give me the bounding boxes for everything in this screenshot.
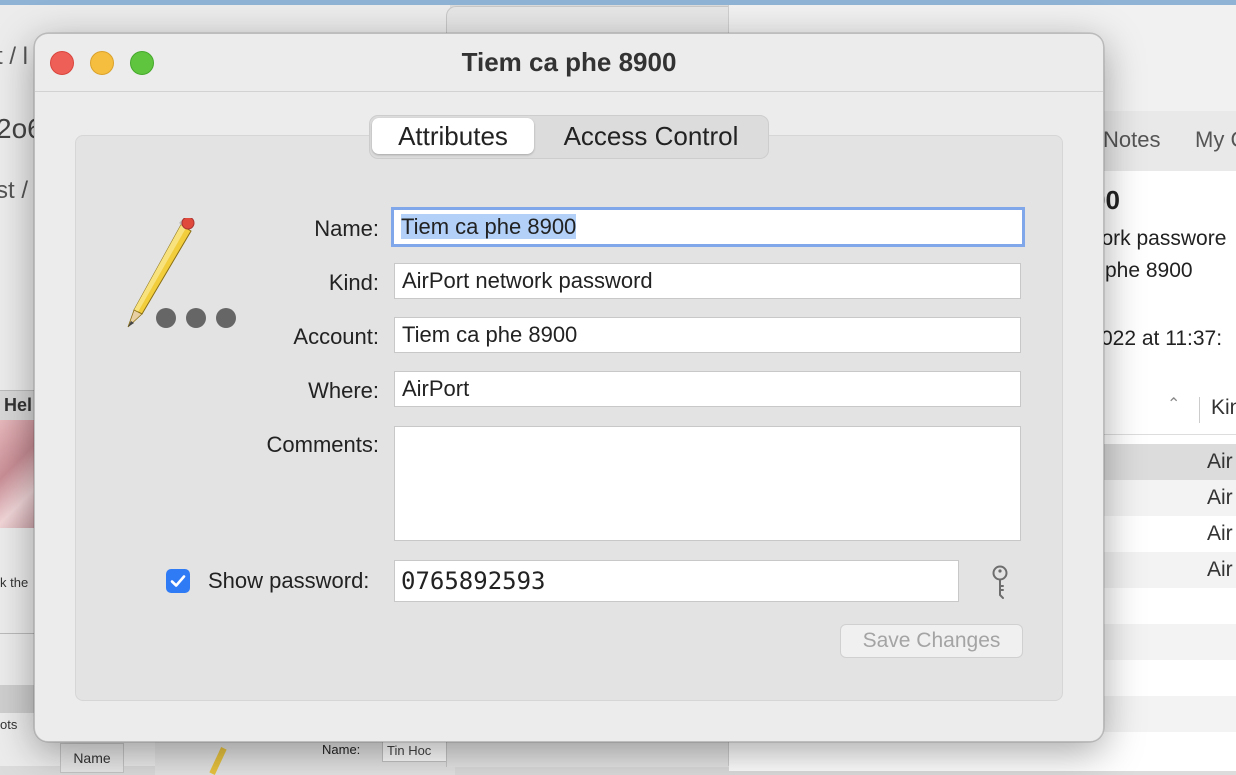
kind-label: Kind: (328, 270, 379, 295)
show-password-label: Show password: (208, 568, 370, 593)
bg-name-column-header[interactable]: Name (60, 743, 124, 773)
bg-tab-notes[interactable]: Notes (1103, 127, 1160, 153)
bg-breadcrumb-2: st / (0, 177, 29, 204)
account-field[interactable]: Tiem ca phe 8900 (394, 317, 1021, 353)
window-title: Tiem ca phe 8900 (461, 47, 677, 77)
key-icon[interactable] (989, 564, 1011, 600)
bg-table-row[interactable]: Air (1103, 552, 1236, 588)
account-label: Account: (293, 324, 379, 349)
pencil-with-dots-icon (127, 218, 236, 328)
bg-table-row (1103, 624, 1236, 660)
bg-item-name: phe 8900 (1105, 259, 1193, 282)
checkmark-icon (170, 575, 186, 587)
title-bar: Tiem ca phe 8900 (35, 34, 1103, 92)
bg-row-kind: Air (1207, 486, 1233, 509)
bg-heading: Hel (4, 395, 33, 415)
name-field-value: Tiem ca phe 8900 (401, 214, 577, 239)
kind-field[interactable]: AirPort network password (394, 263, 1021, 299)
bg-table-row[interactable]: Air (1103, 516, 1236, 552)
bg-caption: k the (0, 575, 29, 590)
comments-field[interactable] (394, 426, 1021, 541)
bg-table-row (1103, 696, 1236, 732)
tab-attributes[interactable]: Attributes (372, 118, 534, 154)
bg-text: ots (0, 717, 18, 732)
bg-table-row[interactable]: Air (1103, 480, 1236, 516)
comments-label: Comments: (266, 432, 379, 457)
bg-name-label: Name: (322, 742, 361, 757)
bg-item-date: 022 at 11:37: (1101, 327, 1223, 350)
bg-table-row[interactable]: Air (1103, 444, 1236, 480)
bg-item-kind: vork passwore (1091, 227, 1227, 250)
tab-control: Attributes Access Control (369, 115, 769, 159)
bg-tab-my[interactable]: My C (1195, 127, 1236, 153)
show-password-checkbox[interactable] (166, 569, 190, 593)
bg-kind-column-header[interactable]: Kin (1211, 396, 1236, 420)
tab-access-control[interactable]: Access Control (536, 118, 766, 154)
bg-name-field[interactable]: Tin Hoc (382, 740, 452, 762)
password-field[interactable]: 0765892593 (394, 560, 959, 602)
bg-breadcrumb: t / l (0, 43, 29, 70)
where-field[interactable]: AirPort (394, 371, 1021, 407)
keychain-item-dialog: Tiem ca phe 8900 Attributes Access Contr… (34, 33, 1104, 742)
name-label: Name: (314, 216, 379, 241)
chevron-up-icon[interactable]: ⌃ (1167, 394, 1180, 414)
name-field[interactable]: Tiem ca phe 8900 (391, 207, 1025, 247)
bg-row-kind: Air (1207, 558, 1233, 581)
where-label: Where: (308, 378, 379, 403)
bg-row-kind: Air (1207, 522, 1233, 545)
bg-row-kind: Air (1207, 450, 1233, 473)
save-changes-button[interactable]: Save Changes (840, 624, 1023, 658)
bg-column-separator (1199, 397, 1200, 423)
